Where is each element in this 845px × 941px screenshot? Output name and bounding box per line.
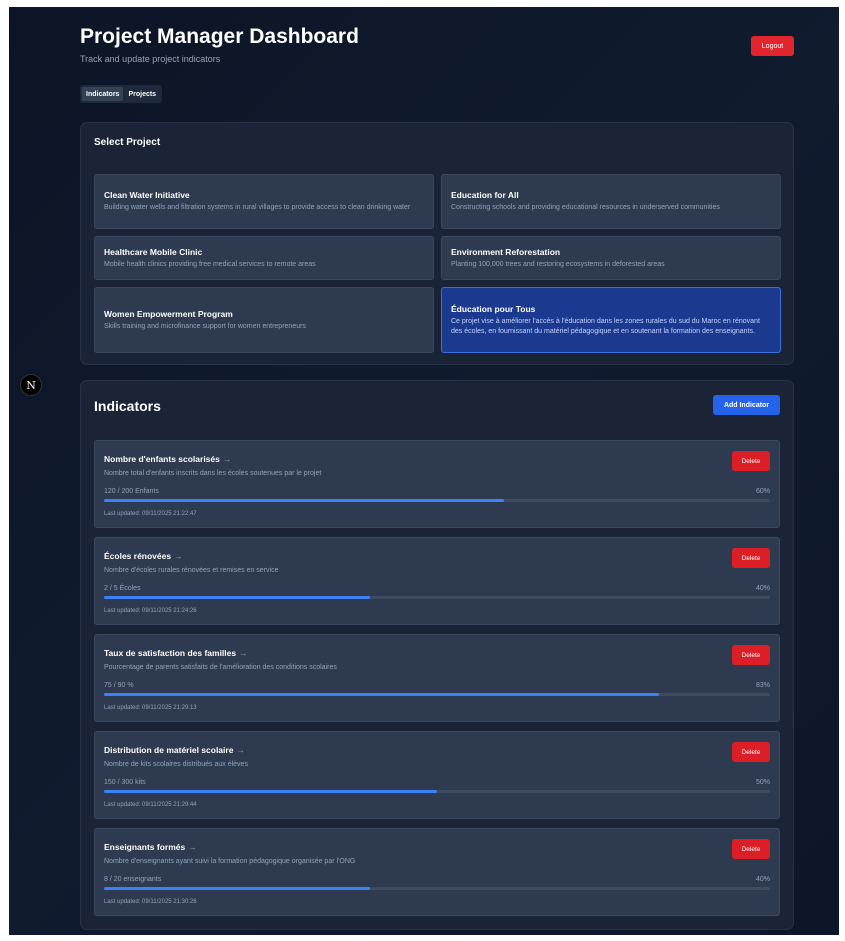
indicator-percent: 50% xyxy=(755,779,770,786)
indicator-name: Nombre d'enfants scolarisés xyxy=(104,454,220,464)
project-card-healthcare[interactable]: Healthcare Mobile Clinic Mobile health c… xyxy=(94,236,434,280)
indicators-panel: Indicators Add Indicator Nombre d'enfant… xyxy=(80,380,794,930)
project-description: Mobile health clinics providing free med… xyxy=(104,260,316,268)
arrow-right-icon: → xyxy=(239,648,248,658)
indicator-value: 150 / 300 kits xyxy=(104,779,146,786)
project-name: Environment Reforestation xyxy=(451,246,561,257)
delete-button[interactable]: Delete xyxy=(732,742,770,762)
arrow-right-icon: → xyxy=(174,551,183,561)
indicator-name-link[interactable]: Distribution de matériel scolaire → xyxy=(104,745,245,755)
indicator-name: Taux de satisfaction des familles xyxy=(104,648,237,658)
progress-fill xyxy=(104,499,504,502)
project-description: Building water wells and filtration syst… xyxy=(104,204,411,211)
indicator-value: 8 / 20 enseignants xyxy=(104,876,162,883)
delete-button[interactable]: Delete xyxy=(732,548,770,568)
indicator-name-link[interactable]: Enseignants formés → xyxy=(104,842,197,852)
logout-button[interactable]: Logout xyxy=(751,36,794,56)
tab-bar: Indicators Projects xyxy=(80,85,163,103)
indicators-title: Indicators xyxy=(94,398,161,414)
page-title: Project Manager Dashboard xyxy=(80,25,359,48)
indicator-percent: 40% xyxy=(755,876,770,883)
project-card-reforestation[interactable]: Environment Reforestation Planting 100,0… xyxy=(441,236,781,280)
progress-fill xyxy=(104,596,371,599)
progress-fill xyxy=(104,887,371,890)
project-description: Ce projet vise à améliorer l'accès à l'é… xyxy=(451,317,760,335)
arrow-right-icon: → xyxy=(222,454,232,464)
indicator-value: 120 / 200 Enfants xyxy=(104,488,159,495)
indicator-percent: 60% xyxy=(755,488,770,495)
indicator-card: Taux de satisfaction des familles → Pourc… xyxy=(94,634,780,722)
project-name: Éducation pour Tous xyxy=(451,303,536,314)
indicator-card: Enseignants formés → Nombre d'enseignants… xyxy=(94,828,780,916)
indicator-updated: Last updated: 09/11/2025 21:29:13 xyxy=(104,705,197,711)
delete-button[interactable]: Delete xyxy=(732,451,770,471)
project-selector-title: Select Project xyxy=(94,137,161,148)
project-name: Clean Water Initiative xyxy=(104,190,190,200)
delete-button[interactable]: Delete xyxy=(732,645,770,665)
progress-bar xyxy=(104,596,770,599)
indicator-name: Distribution de matériel scolaire xyxy=(104,745,234,755)
tab-projects[interactable]: Projects xyxy=(124,87,160,101)
indicator-updated: Last updated: 09/11/2025 21:29:44 xyxy=(104,802,197,808)
project-card-education-pour-tous[interactable]: Éducation pour Tous Ce projet vise à amé… xyxy=(441,287,781,353)
indicator-description: Nombre total d'enfants inscrits dans les… xyxy=(104,470,322,477)
project-description: Constructing schools and providing educa… xyxy=(451,204,720,211)
indicator-name: Écoles rénovées xyxy=(104,551,172,561)
progress-bar xyxy=(104,499,770,502)
indicator-name-link[interactable]: Taux de satisfaction des familles → xyxy=(104,648,248,658)
indicator-description: Nombre d'enseignants ayant suivi la form… xyxy=(104,858,356,865)
framework-badge-icon[interactable]: N xyxy=(20,374,42,396)
project-card-education-for-all[interactable]: Education for All Constructing schools a… xyxy=(441,174,781,229)
progress-fill xyxy=(104,790,437,793)
indicator-percent: 40% xyxy=(755,585,770,592)
indicator-card: Écoles rénovées → Nombre d'écoles rurales… xyxy=(94,537,780,625)
indicator-value: 2 / 5 Écoles xyxy=(104,585,141,592)
indicator-name-link[interactable]: Écoles rénovées → xyxy=(104,551,183,561)
indicator-updated: Last updated: 09/11/2025 21:24:26 xyxy=(104,608,197,614)
indicator-card: Distribution de matériel scolaire → Nombr… xyxy=(94,731,780,819)
indicator-percent: 83% xyxy=(755,682,770,689)
arrow-right-icon: → xyxy=(188,842,197,852)
tab-indicators[interactable]: Indicators xyxy=(82,87,124,101)
project-name: Women Empowerment Program xyxy=(104,308,233,319)
indicator-updated: Last updated: 09/11/2025 21:22:47 xyxy=(104,511,197,517)
project-name: Education for All xyxy=(451,190,519,200)
indicator-description: Pourcentage de parents satisfaits de l'a… xyxy=(104,664,337,671)
indicator-name: Enseignants formés xyxy=(104,842,186,852)
add-indicator-button[interactable]: Add Indicator xyxy=(713,395,780,415)
app-window: N Project Manager Dashboard Track and up… xyxy=(9,7,839,935)
progress-bar xyxy=(104,693,770,696)
project-card-clean-water[interactable]: Clean Water Initiative Building water we… xyxy=(94,174,434,229)
project-selector-panel: Select Project Clean Water Initiative Bu… xyxy=(80,122,794,365)
project-card-women-empowerment[interactable]: Women Empowerment Program Skills trainin… xyxy=(94,287,434,353)
arrow-right-icon: → xyxy=(236,745,245,755)
indicator-card: Nombre d'enfants scolarisés → Nombre tota… xyxy=(94,440,780,528)
indicator-name-link[interactable]: Nombre d'enfants scolarisés → xyxy=(104,454,231,464)
progress-fill xyxy=(104,693,659,696)
project-description: Skills training and microfinance support… xyxy=(104,322,306,330)
indicator-description: Nombre d'écoles rurales rénovées et remi… xyxy=(104,567,279,574)
progress-bar xyxy=(104,887,770,890)
indicator-updated: Last updated: 09/11/2025 21:30:26 xyxy=(104,899,197,905)
indicator-value: 75 / 90 % xyxy=(104,682,134,689)
progress-bar xyxy=(104,790,770,793)
project-description: Planting 100,000 trees and restoring eco… xyxy=(451,260,665,268)
project-name: Healthcare Mobile Clinic xyxy=(104,246,203,257)
indicator-description: Nombre de kits scolaires distribués aux … xyxy=(104,761,248,768)
page-subtitle: Track and update project indicators xyxy=(80,54,221,64)
delete-button[interactable]: Delete xyxy=(732,839,770,859)
